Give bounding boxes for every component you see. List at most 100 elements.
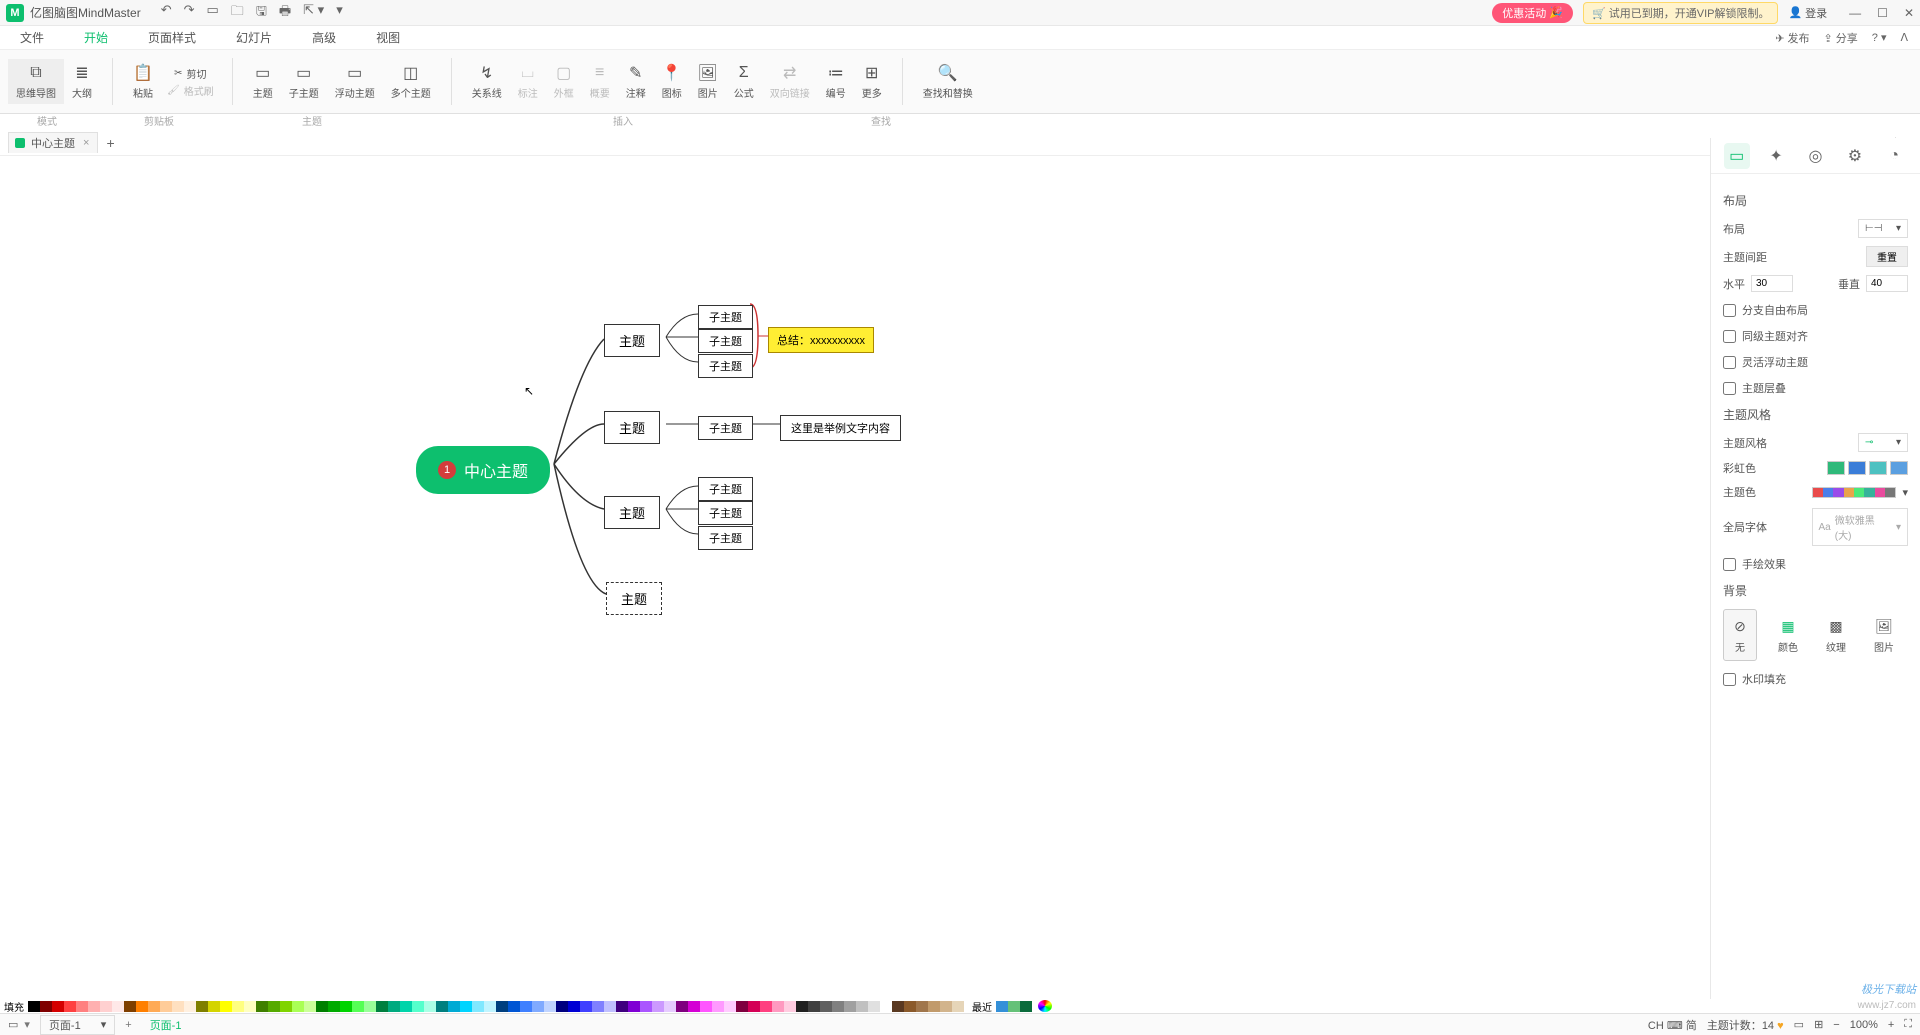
menu-start[interactable]: 开始 (84, 29, 108, 46)
color-swatch[interactable] (796, 1001, 808, 1012)
color-swatch[interactable] (28, 1001, 40, 1012)
ime-indicator[interactable]: CH ⌨ 简 (1648, 1017, 1697, 1033)
view-mode-icon[interactable]: ▭ (1794, 1018, 1804, 1031)
example-node[interactable]: 这里是举例文字内容 (780, 415, 901, 441)
horiz-input[interactable] (1751, 275, 1793, 292)
color-swatch[interactable] (628, 1001, 640, 1012)
color-swatch[interactable] (496, 1001, 508, 1012)
rainbow-swatches[interactable] (1827, 461, 1908, 475)
zoom-in-button[interactable]: + (1888, 1019, 1894, 1031)
color-swatch[interactable] (196, 1001, 208, 1012)
color-swatch[interactable] (532, 1001, 544, 1012)
document-tab[interactable]: 中心主题 × (8, 132, 98, 153)
color-swatch[interactable] (268, 1001, 280, 1012)
save-icon[interactable]: 🖫 (256, 2, 267, 24)
page-selector[interactable]: 页面-1▾ (40, 1015, 115, 1035)
canvas-workspace[interactable]: 1 中心主题 主题 子主题 子主题 子主题 总结：xxxxxxxxxx 主题 子… (0, 164, 1710, 999)
collapse-ribbon-icon[interactable]: ᐱ (1900, 31, 1908, 44)
bg-image[interactable]: 🖼图片 (1867, 609, 1901, 661)
color-swatch[interactable] (412, 1001, 424, 1012)
menu-slideshow[interactable]: 幻灯片 (236, 29, 272, 46)
subtopic-node[interactable]: 子主题 (698, 416, 753, 440)
color-swatch[interactable] (304, 1001, 316, 1012)
share-button[interactable]: ⇪ 分享 (1823, 30, 1857, 46)
promo-badge[interactable]: 优惠活动🎉 (1492, 3, 1573, 23)
formula-button[interactable]: Σ公式 (726, 59, 762, 104)
recent-color[interactable] (1008, 1001, 1020, 1012)
image-button[interactable]: 🖼图片 (690, 59, 726, 104)
multi-topic-button[interactable]: ◫多个主题 (383, 59, 439, 104)
color-swatch[interactable] (448, 1001, 460, 1012)
bilink-button[interactable]: ⇄双向链接 (762, 59, 818, 104)
format-painter-button[interactable]: 🖌格式刷 (161, 82, 220, 99)
summary-node[interactable]: 总结：xxxxxxxxxx (768, 327, 874, 353)
color-swatch[interactable] (340, 1001, 352, 1012)
cut-button[interactable]: ✂剪切 (161, 65, 220, 82)
color-swatch[interactable] (256, 1001, 268, 1012)
central-topic[interactable]: 1 中心主题 (416, 446, 550, 494)
panel-tab-marker[interactable]: ◎ (1802, 143, 1828, 169)
layout-select[interactable]: ⊢⊣▾ (1858, 219, 1908, 238)
color-swatch[interactable] (160, 1001, 172, 1012)
color-swatch[interactable] (736, 1001, 748, 1012)
color-swatch[interactable] (436, 1001, 448, 1012)
floating-topic-button[interactable]: ▭浮动主题 (327, 59, 383, 104)
color-swatch[interactable] (88, 1001, 100, 1012)
bg-texture[interactable]: ▩纹理 (1819, 609, 1853, 661)
color-swatch[interactable] (376, 1001, 388, 1012)
theme-color-strip[interactable] (1812, 487, 1897, 498)
color-swatch[interactable] (172, 1001, 184, 1012)
open-icon[interactable]: 🗀 (231, 2, 244, 24)
export-icon[interactable]: ⇱ ▾ (303, 2, 324, 24)
outline-mode-button[interactable]: ≣大纲 (64, 59, 100, 104)
color-swatch[interactable] (280, 1001, 292, 1012)
cb-watermark[interactable] (1723, 673, 1736, 686)
color-swatch[interactable] (940, 1001, 952, 1012)
summary-button[interactable]: ≡概要 (582, 59, 618, 104)
color-swatch[interactable] (244, 1001, 256, 1012)
fullscreen-icon[interactable]: ⛶ (1904, 1018, 1912, 1031)
zoom-level[interactable]: 100% (1850, 1019, 1878, 1031)
color-picker-icon[interactable] (1038, 1000, 1052, 1012)
color-swatch[interactable] (844, 1001, 856, 1012)
font-select[interactable]: Aa微软雅黑 (大)▾ (1812, 508, 1909, 546)
color-swatch[interactable] (184, 1001, 196, 1012)
new-icon[interactable]: ▭ (207, 2, 219, 24)
color-swatch[interactable] (460, 1001, 472, 1012)
subtopic-button[interactable]: ▭子主题 (281, 59, 327, 104)
color-swatch[interactable] (880, 1001, 892, 1012)
color-swatch[interactable] (40, 1001, 52, 1012)
cb-free-layout[interactable] (1723, 304, 1736, 317)
cb-flexible-floating[interactable] (1723, 356, 1736, 369)
minimize-icon[interactable]: ― (1849, 6, 1861, 20)
color-swatch[interactable] (700, 1001, 712, 1012)
color-swatch[interactable] (688, 1001, 700, 1012)
color-swatch[interactable] (544, 1001, 556, 1012)
callout-button[interactable]: ⌴标注 (510, 59, 546, 104)
page-list-icon[interactable]: ▭ (8, 1018, 18, 1031)
color-swatch[interactable] (52, 1001, 64, 1012)
panel-tab-style[interactable]: ✦ (1763, 143, 1789, 169)
color-swatch[interactable] (316, 1001, 328, 1012)
cb-align-siblings[interactable] (1723, 330, 1736, 343)
find-replace-button[interactable]: 🔍查找和替换 (915, 59, 981, 104)
color-swatch[interactable] (616, 1001, 628, 1012)
color-swatch[interactable] (772, 1001, 784, 1012)
page-tab[interactable]: 页面-1 (150, 1017, 182, 1033)
color-swatch[interactable] (328, 1001, 340, 1012)
maximize-icon[interactable]: ☐ (1877, 6, 1888, 20)
style-select[interactable]: ⊸▾ (1858, 433, 1908, 452)
color-swatch[interactable] (208, 1001, 220, 1012)
publish-button[interactable]: ✈ 发布 (1775, 30, 1809, 46)
relation-button[interactable]: ↯关系线 (464, 59, 510, 104)
recent-color[interactable] (996, 1001, 1008, 1012)
add-page-button[interactable]: + (119, 1019, 137, 1031)
boundary-button[interactable]: ▢外框 (546, 59, 582, 104)
color-swatch[interactable] (760, 1001, 772, 1012)
recent-color[interactable] (1020, 1001, 1032, 1012)
number-button[interactable]: ≔编号 (818, 59, 854, 104)
chevron-down-icon[interactable]: ▾ (1902, 486, 1908, 499)
color-swatch[interactable] (292, 1001, 304, 1012)
topic-node-2[interactable]: 主题 (604, 411, 660, 444)
redo-icon[interactable]: ↷ (184, 2, 195, 24)
